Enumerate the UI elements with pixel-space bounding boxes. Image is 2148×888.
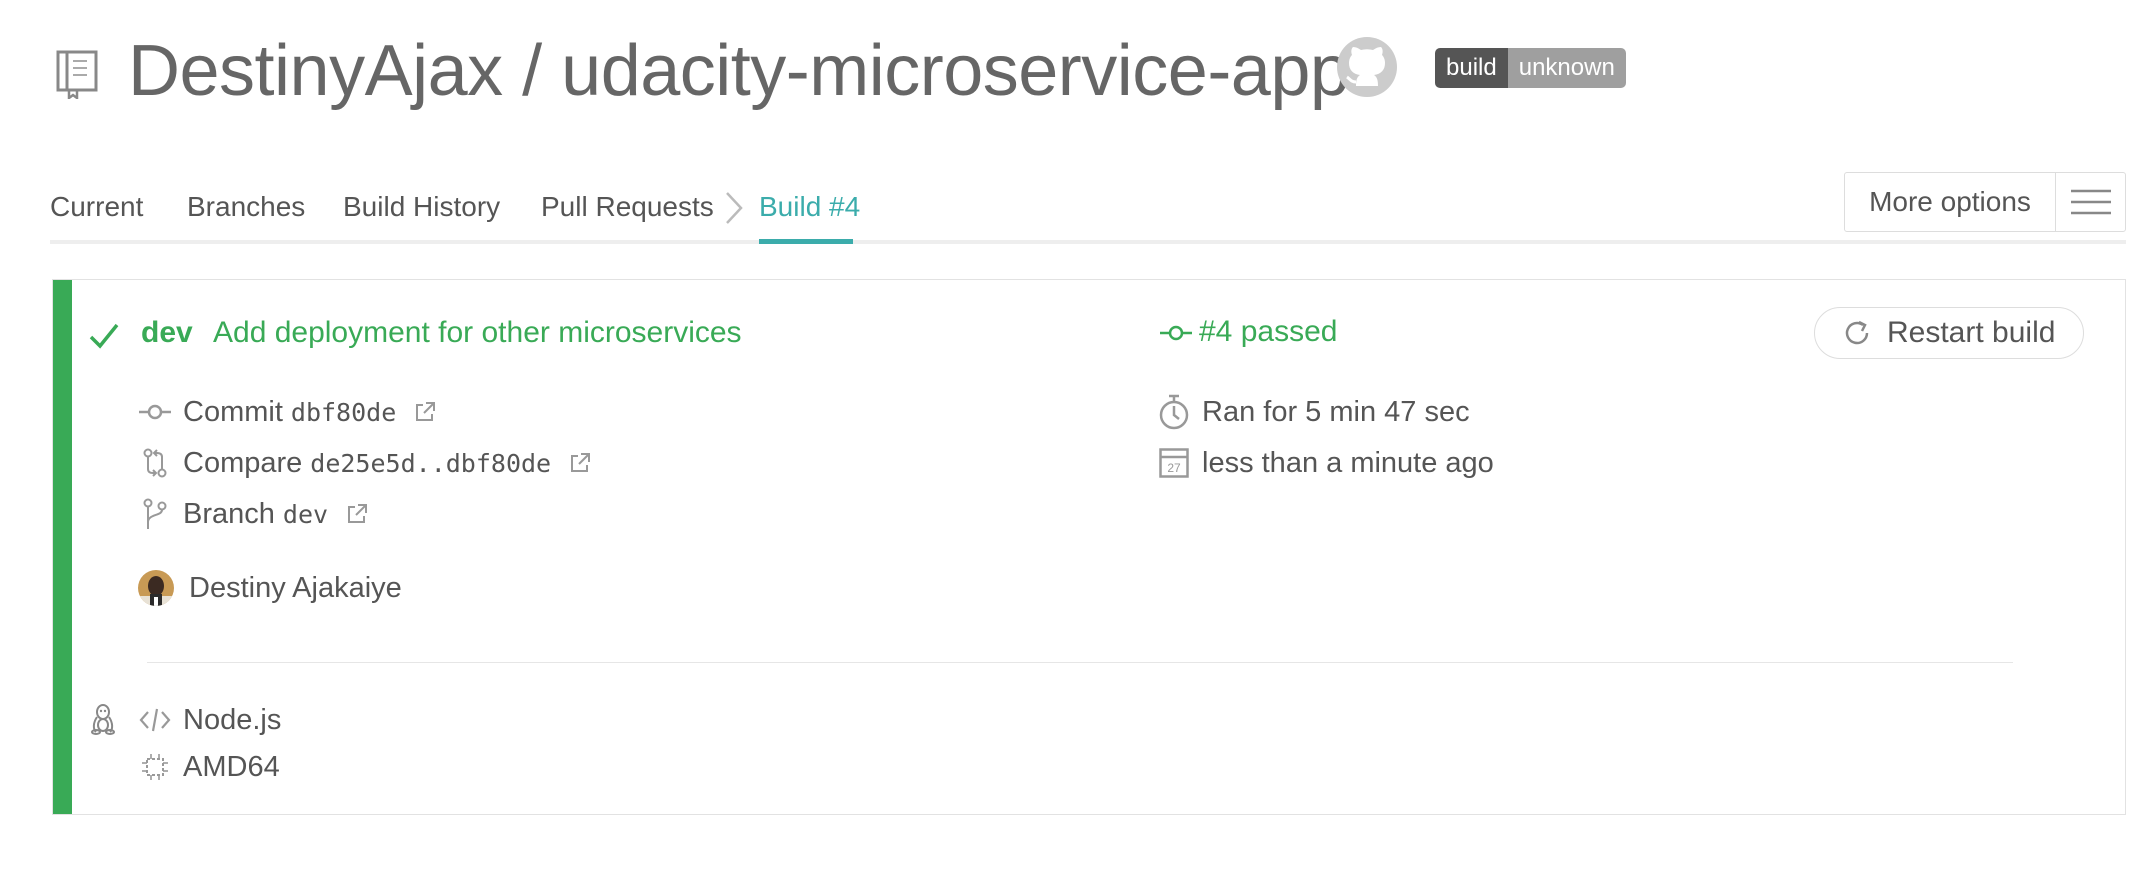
stopwatch-icon <box>1158 394 1190 430</box>
finished-row: 27 less than a minute ago <box>1158 443 1494 483</box>
check-icon <box>88 322 120 350</box>
branch-value[interactable]: dev <box>283 500 328 529</box>
finished-text: less than a minute ago <box>1202 447 1494 479</box>
language-text: Node.js <box>183 704 282 736</box>
author-name: Destiny Ajakaiye <box>189 572 402 604</box>
branch-row: Branch dev <box>139 494 368 534</box>
tab-pull-requests[interactable]: Pull Requests <box>541 188 714 226</box>
external-link-icon[interactable] <box>414 401 436 423</box>
language-row: Node.js <box>139 700 281 740</box>
more-options-button[interactable]: More options <box>1844 172 2126 232</box>
external-link-icon[interactable] <box>569 452 591 474</box>
build-status-badge[interactable]: build unknown <box>1435 48 1626 88</box>
commit-icon <box>139 395 171 429</box>
branch-icon <box>139 497 171 531</box>
commit-sha[interactable]: dbf80de <box>291 398 396 427</box>
commit-label: Commit <box>183 396 283 428</box>
arch-text: AMD64 <box>183 751 280 783</box>
commit-icon <box>1160 325 1192 341</box>
build-branch-name[interactable]: dev <box>141 313 193 353</box>
card-divider <box>147 662 2013 663</box>
chevron-right-icon <box>723 190 745 226</box>
calendar-icon: 27 <box>1158 446 1190 480</box>
branch-label: Branch <box>183 498 275 530</box>
code-icon <box>139 703 171 737</box>
hamburger-icon[interactable] <box>2056 173 2125 231</box>
restart-build-label: Restart build <box>1887 316 2056 349</box>
passed-status-stripe <box>53 280 72 814</box>
author-row: Destiny Ajakaiye <box>138 568 402 608</box>
build-state[interactable]: #4 passed <box>1199 312 1337 352</box>
tabs-divider <box>50 240 2126 244</box>
external-link-icon[interactable] <box>346 503 368 525</box>
github-icon[interactable] <box>1336 36 1398 98</box>
tab-current[interactable]: Current <box>50 188 143 226</box>
badge-label: build <box>1435 48 1508 88</box>
build-summary-card <box>52 279 2126 815</box>
repo-icon <box>55 49 99 99</box>
tab-build-history[interactable]: Build History <box>343 188 500 226</box>
tab-build-4[interactable]: Build #4 <box>759 188 860 226</box>
active-tab-indicator <box>759 239 853 244</box>
build-tabs: Current Branches Build History Pull Requ… <box>50 168 2126 244</box>
cpu-chip-icon <box>139 750 171 784</box>
compare-label: Compare <box>183 447 303 479</box>
restart-icon <box>1845 320 1869 345</box>
compare-range[interactable]: de25e5d..dbf80de <box>310 449 551 478</box>
badge-value: unknown <box>1507 48 1626 88</box>
commit-row: Commit dbf80de <box>139 392 436 432</box>
compare-icon <box>139 446 171 480</box>
commit-message: Add deployment for other microservices <box>213 316 742 349</box>
arch-row: AMD64 <box>139 747 280 787</box>
duration-row: Ran for 5 min 47 sec <box>1158 392 1470 432</box>
more-options-label: More options <box>1845 173 2056 231</box>
calendar-day: 27 <box>1167 461 1181 475</box>
restart-build-button[interactable]: Restart build <box>1814 307 2084 359</box>
repo-title[interactable]: DestinyAjax / udacity-microservice-app <box>128 26 1350 116</box>
compare-row: Compare de25e5d..dbf80de <box>139 443 591 483</box>
linux-icon <box>90 703 116 735</box>
duration-text: Ran for 5 min 47 sec <box>1202 396 1470 428</box>
avatar <box>138 570 174 606</box>
tab-branches[interactable]: Branches <box>187 188 305 226</box>
